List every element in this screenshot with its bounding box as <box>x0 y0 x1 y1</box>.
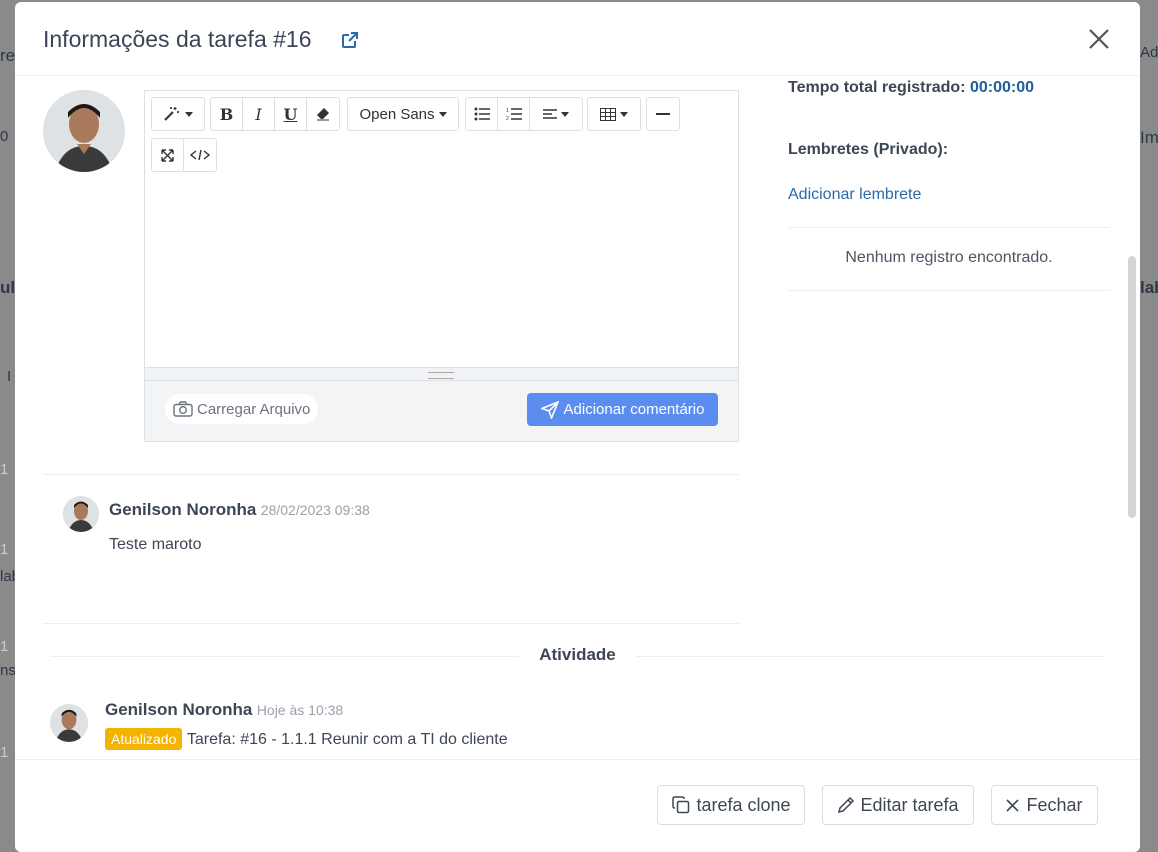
total-time: Tempo total registrado: 00:00:00 <box>788 79 1034 97</box>
edit-task-button[interactable]: Editar tarefa <box>822 785 974 825</box>
background-fragment: 1 <box>0 541 9 558</box>
add-comment-button[interactable]: Adicionar comentário <box>527 393 718 426</box>
add-reminder-link[interactable]: Adicionar lembrete <box>788 186 921 204</box>
modal-header: Informações da tarefa #16 <box>15 2 1140 76</box>
toolbar-hr-group <box>646 97 680 131</box>
background-fragment: 0 <box>0 128 9 145</box>
align-left-icon <box>543 108 557 120</box>
close-label: Fechar <box>1026 794 1083 815</box>
comment-author: Genilson Noronha <box>109 500 257 519</box>
toolbar-view-group <box>151 138 217 172</box>
toolbar-table-group <box>587 97 641 131</box>
insert-table-button[interactable] <box>588 98 640 130</box>
toolbar-font-group: Open Sans <box>347 97 459 131</box>
comment-text: Teste maroto <box>109 536 202 553</box>
editor-resize-handle[interactable] <box>145 367 738 381</box>
clear-format-button[interactable] <box>307 98 339 130</box>
background-fragment: 1 <box>0 461 9 478</box>
minus-icon <box>656 112 670 116</box>
background-fragment: ul <box>0 278 16 297</box>
font-family-select[interactable]: Open Sans <box>348 98 458 130</box>
horizontal-rule-button[interactable] <box>647 98 679 130</box>
copy-icon <box>671 795 691 815</box>
eraser-icon <box>316 107 330 121</box>
send-icon <box>540 400 559 419</box>
scrollbar[interactable] <box>1128 256 1136 518</box>
activity-entry-header: Genilson Noronha Hoje às 10:38 <box>105 700 343 720</box>
background-fragment: 1 <box>0 744 9 761</box>
total-time-label: Tempo total registrado: <box>788 79 966 96</box>
toolbar-font-style-group: B I U <box>210 97 340 131</box>
underline-button[interactable]: U <box>275 98 307 130</box>
italic-button[interactable]: I <box>243 98 275 130</box>
background-fragment: ns <box>0 662 16 679</box>
divider <box>788 290 1110 291</box>
editor-content-area[interactable] <box>145 177 738 365</box>
add-comment-label: Adicionar comentário <box>563 401 705 418</box>
upload-file-button[interactable]: Carregar Arquivo <box>165 394 319 424</box>
toolbar-style-group <box>151 97 205 131</box>
code-icon <box>190 149 210 161</box>
svg-text:1: 1 <box>506 108 509 114</box>
status-badge: Atualizado <box>105 728 183 750</box>
edit-task-label: Editar tarefa <box>860 794 959 815</box>
modal-body: B I U Open Sans 1 2 Carregar Arquivo Adi… <box>15 76 1140 760</box>
camera-icon <box>173 401 193 417</box>
empty-message: Nenhum registro encontrado. <box>845 249 1053 266</box>
activity-author: Genilson Noronha <box>105 700 253 719</box>
comment-date: 28/02/2023 09:38 <box>260 502 370 518</box>
unordered-list-button[interactable] <box>466 98 498 130</box>
task-info-modal: Informações da tarefa #16 B I U Open San… <box>15 2 1140 852</box>
background-fragment: I <box>7 368 12 385</box>
background-fragment: lab <box>1140 278 1158 297</box>
close-icon[interactable] <box>1086 26 1112 52</box>
activity-avatar <box>50 704 88 742</box>
svg-text:2: 2 <box>506 116 509 121</box>
comment-header: Genilson Noronha 28/02/2023 09:38 <box>109 500 370 520</box>
activity-text: Tarefa: #16 - 1.1.1 Reunir com a TI do c… <box>186 731 508 748</box>
upload-file-label: Carregar Arquivo <box>197 400 311 418</box>
table-icon <box>600 107 616 121</box>
expand-icon <box>161 148 174 162</box>
bold-button[interactable]: B <box>211 98 243 130</box>
align-button[interactable] <box>530 98 582 130</box>
numbered-list-icon: 12 <box>506 107 522 121</box>
external-link-icon[interactable] <box>340 30 360 50</box>
reminders-label: Lembretes (Privado): <box>788 141 949 158</box>
modal-footer: tarefa clone Editar tarefa Fechar <box>15 759 1140 852</box>
pencil-icon <box>837 796 855 814</box>
background-fragment: Adı <box>1140 44 1158 61</box>
editor-footer: Carregar Arquivo Adicionar comentário <box>145 381 738 441</box>
activity-title-text: Atividade <box>519 645 636 664</box>
activity-entry: Atualizado Tarefa: #16 - 1.1.1 Reunir co… <box>105 728 508 750</box>
modal-title: Informações da tarefa #16 <box>43 26 312 52</box>
bullet-list-icon <box>474 107 490 121</box>
code-view-button[interactable] <box>184 139 216 171</box>
activity-section-title: Atividade <box>15 645 1140 665</box>
activity-time: Hoje às 10:38 <box>256 702 344 718</box>
background-fragment: re <box>0 46 16 65</box>
divider <box>43 474 739 475</box>
fullscreen-button[interactable] <box>152 139 184 171</box>
close-button[interactable]: Fechar <box>991 785 1098 825</box>
divider <box>43 623 739 624</box>
background-fragment: 1 <box>0 638 9 655</box>
total-time-value: 00:00:00 <box>969 79 1034 96</box>
divider <box>788 227 1110 228</box>
clone-task-label: tarefa clone <box>696 794 791 815</box>
toolbar-paragraph-group: 12 <box>465 97 583 131</box>
magic-wand-icon <box>163 106 181 122</box>
background-fragment: Im <box>1140 128 1158 147</box>
font-family-label: Open Sans <box>359 105 435 123</box>
ordered-list-button[interactable]: 12 <box>498 98 530 130</box>
comment-editor: B I U Open Sans 1 2 Carregar Arquivo Adi… <box>144 90 739 442</box>
avatar <box>43 90 125 172</box>
close-small-icon <box>1006 798 1020 812</box>
comment-avatar <box>63 496 99 532</box>
clone-task-button[interactable]: tarefa clone <box>657 785 805 825</box>
magic-style-button[interactable] <box>152 98 204 130</box>
